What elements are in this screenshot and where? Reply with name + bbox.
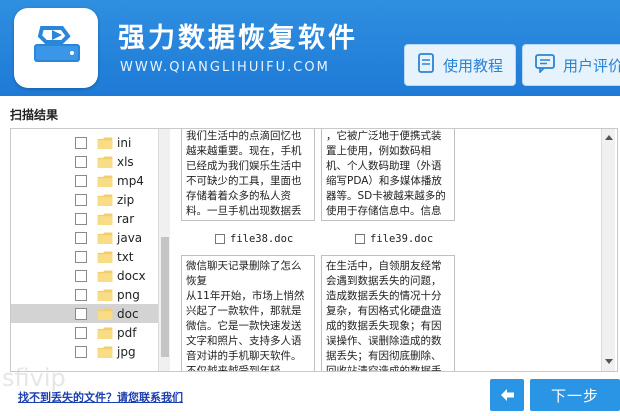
tree-item-label: txt [117, 249, 134, 264]
tree-item-checkbox[interactable] [75, 193, 87, 206]
tree-item-checkbox[interactable] [75, 307, 87, 320]
file-type-tree: ini xls mp4 zip rar java txt docx png doc pdf jpg [11, 129, 171, 371]
tree-item[interactable]: jpg [11, 342, 159, 361]
tree-item[interactable]: png [11, 285, 159, 304]
next-step-button[interactable]: 下一步 [530, 379, 620, 411]
tree-item-checkbox[interactable] [75, 345, 87, 358]
tree-item[interactable]: pdf [11, 323, 159, 342]
tree-item[interactable]: mp4 [11, 171, 159, 190]
folder-icon [97, 345, 113, 358]
tutorial-button-label: 使用教程 [443, 56, 504, 75]
preview-caption[interactable]: file38.doc [215, 233, 293, 245]
scroll-up-icon[interactable] [605, 135, 613, 140]
tree-item-label: mp4 [117, 173, 144, 188]
preview-caption[interactable]: file39.doc [355, 233, 433, 245]
tree-item-checkbox[interactable] [75, 326, 87, 339]
tree-item[interactable]: rar [11, 209, 159, 228]
tree-item-label: java [117, 230, 143, 245]
preview-filename: file38.doc [230, 233, 294, 245]
folder-icon [97, 174, 113, 187]
tree-item-checkbox[interactable] [75, 231, 87, 244]
tree-item[interactable]: txt [11, 247, 159, 266]
folder-icon [97, 136, 113, 149]
user-review-button-label: 用户评价 [563, 56, 620, 75]
folder-icon [97, 326, 113, 339]
tree-item-label: doc [117, 306, 139, 321]
app-website: WWW.QIANGLIHUIFU.COM [120, 60, 330, 75]
document-icon [417, 53, 435, 77]
preview-card-text: 在生活中，自领朋友经常会遇到数据丢失的问题，造成数据丢失的情况十分复杂，有因格式… [326, 260, 442, 372]
preview-card-text: ，它被广泛地于便携式装置上使用，例如数码相机、个人数码助理（外语缩写PDA）和多… [326, 130, 446, 217]
tree-item-checkbox[interactable] [75, 174, 87, 187]
tree-item[interactable]: doc [11, 304, 159, 323]
user-review-button[interactable]: 用户评价 [522, 44, 620, 86]
folder-icon [97, 307, 113, 320]
preview-card[interactable]: ，它被广泛地于便携式装置上使用，例如数码相机、个人数码助理（外语缩写PDA）和多… [321, 129, 455, 221]
preview-filename: file39.doc [370, 233, 434, 245]
tree-item-label: docx [117, 268, 146, 283]
tree-item-label: pdf [117, 325, 137, 340]
app-logo [14, 8, 98, 88]
tree-item-checkbox[interactable] [75, 212, 87, 225]
tree-item[interactable]: docx [11, 266, 159, 285]
tree-item-label: xls [117, 154, 134, 169]
tree-item-checkbox[interactable] [75, 250, 87, 263]
tree-item-label: zip [117, 192, 135, 207]
drive-icon [34, 26, 80, 62]
tree-item-label: rar [117, 211, 135, 226]
preview-checkbox[interactable] [355, 234, 365, 244]
folder-icon [97, 193, 113, 206]
preview-checkbox[interactable] [215, 234, 225, 244]
scroll-down-icon[interactable] [605, 359, 613, 364]
back-arrow-icon [501, 389, 514, 401]
preview-card-text: 微信聊天记录删除了怎么恢复 从11年开始，市场上悄然兴起了一款软件，那就是微信。… [186, 260, 305, 372]
tree-item-checkbox[interactable] [75, 155, 87, 168]
results-panel: ini xls mp4 zip rar java txt docx png doc pdf jpg 我… [10, 128, 618, 372]
folder-icon [97, 155, 113, 168]
tree-scrollbar[interactable] [158, 129, 170, 371]
tree-item-label: jpg [117, 344, 136, 359]
tree-item[interactable]: xls [11, 152, 159, 171]
tree-item[interactable]: zip [11, 190, 159, 209]
app-header: 强力数据恢复软件 WWW.QIANGLIHUIFU.COM 使用教程 用户评价 [0, 0, 620, 96]
preview-card[interactable]: 微信聊天记录删除了怎么恢复 从11年开始，市场上悄然兴起了一款软件，那就是微信。… [181, 255, 315, 372]
folder-icon [97, 231, 113, 244]
tree-item[interactable]: ini [11, 133, 159, 152]
comment-icon [535, 53, 555, 77]
preview-card[interactable]: 在生活中，自领朋友经常会遇到数据丢失的问题，造成数据丢失的情况十分复杂，有因格式… [321, 255, 455, 372]
preview-scrollbar[interactable] [601, 129, 615, 371]
folder-icon [97, 288, 113, 301]
folder-icon [97, 212, 113, 225]
app-title: 强力数据恢复软件 [118, 23, 358, 54]
tutorial-button[interactable]: 使用教程 [404, 44, 516, 86]
folder-icon [97, 269, 113, 282]
tree-scrollbar-thumb[interactable] [161, 237, 169, 357]
tree-item[interactable]: java [11, 228, 159, 247]
preview-card-text: 我们生活中的点滴回忆也越来越重要。现在，手机已经成为我们娱乐生活中不可缺少的工具… [186, 130, 302, 217]
tree-item-checkbox[interactable] [75, 269, 87, 282]
preview-card[interactable]: 我们生活中的点滴回忆也越来越重要。现在，手机已经成为我们娱乐生活中不可缺少的工具… [181, 129, 315, 221]
folder-icon [97, 250, 113, 263]
tree-item-label: ini [117, 135, 132, 150]
back-button[interactable] [490, 379, 524, 411]
preview-area: 我们生活中的点滴回忆也越来越重要。现在，手机已经成为我们娱乐生活中不可缺少的工具… [171, 129, 617, 371]
tree-item-checkbox[interactable] [75, 136, 87, 149]
scan-results-label: 扫描结果 [10, 108, 59, 122]
watermark: sfivip [2, 364, 66, 392]
contact-us-link[interactable]: 找不到丢失的文件？请您联系我们 [18, 389, 183, 405]
tree-item-checkbox[interactable] [75, 288, 87, 301]
tree-item-label: png [117, 287, 140, 302]
